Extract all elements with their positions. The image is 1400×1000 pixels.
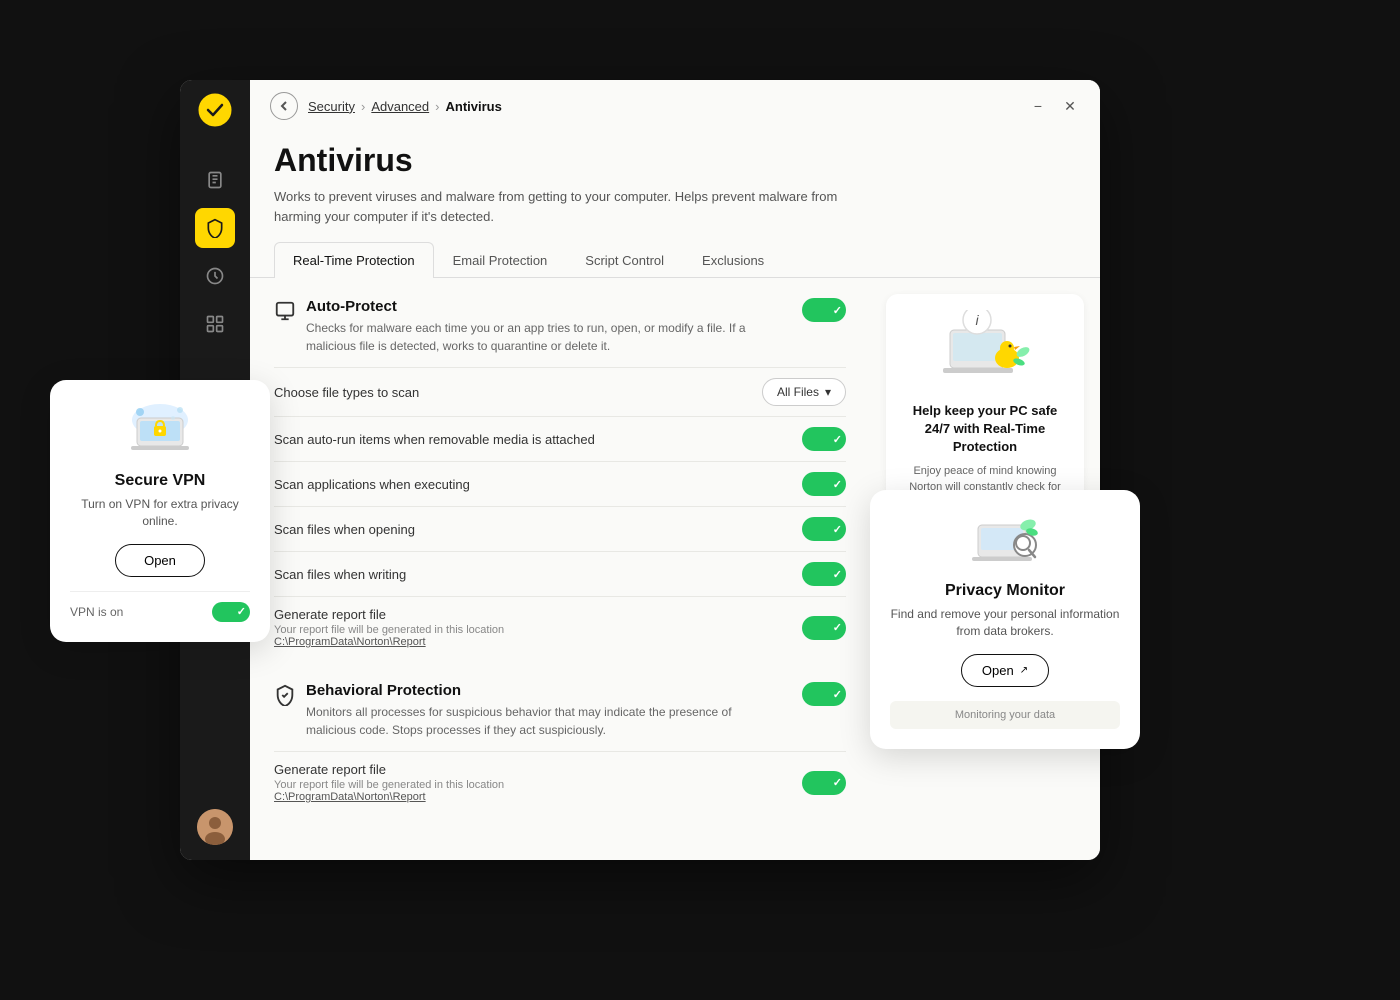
settings-panel: Auto-Protect Checks for malware each tim… (250, 278, 870, 860)
auto-protect-text: Auto-Protect Checks for malware each tim… (306, 298, 756, 355)
scan-opening-row: Scan files when opening (274, 506, 846, 551)
vpn-status-label: VPN is on (70, 605, 123, 619)
scan-writing-toggle[interactable] (802, 562, 846, 586)
behavioral-report-label: Generate report file (274, 762, 504, 777)
behavioral-report-sub: Your report file will be generated in th… (274, 779, 504, 791)
tab-script-control[interactable]: Script Control (566, 242, 683, 278)
file-types-label: Choose file types to scan (274, 385, 419, 400)
scan-apps-toggle[interactable] (802, 472, 846, 496)
scan-opening-toggle[interactable] (802, 517, 846, 541)
scan-autorun-row: Scan auto-run items when removable media… (274, 416, 846, 461)
minimize-button[interactable]: − (1028, 96, 1048, 116)
auto-protect-section: Auto-Protect Checks for malware each tim… (274, 298, 846, 658)
vpn-toggle[interactable] (212, 602, 250, 622)
auto-protect-header: Auto-Protect Checks for malware each tim… (274, 298, 846, 355)
privacy-description: Find and remove your personal informatio… (890, 606, 1120, 640)
scan-apps-row: Scan applications when executing (274, 461, 846, 506)
user-avatar[interactable] (197, 809, 233, 845)
privacy-status: Monitoring your data (890, 701, 1120, 729)
chevron-down-icon: ▾ (825, 385, 831, 399)
behavioral-toggle[interactable] (802, 682, 846, 706)
tabs-bar: Real-Time Protection Email Protection Sc… (250, 242, 1100, 278)
desktop: Security › Advanced › Antivirus − ✕ Anti… (0, 0, 1400, 1000)
breadcrumb-sep-1: › (361, 99, 365, 114)
vpn-title: Secure VPN (70, 472, 250, 490)
privacy-open-label: Open (982, 663, 1014, 678)
title-bar: Security › Advanced › Antivirus − ✕ (250, 80, 1100, 132)
breadcrumb: Security › Advanced › Antivirus (308, 99, 502, 114)
app-logo (195, 90, 235, 130)
breadcrumb-sep-2: › (435, 99, 439, 114)
report-path-link[interactable]: C:\ProgramData\Norton\Report (274, 636, 504, 648)
breadcrumb-current: Antivirus (445, 99, 501, 114)
auto-protect-desc: Checks for malware each time you or an a… (306, 319, 756, 355)
privacy-icon (970, 510, 1040, 570)
tab-email-protection[interactable]: Email Protection (434, 242, 567, 278)
behavioral-protection-section: Behavioral Protection Monitors all proce… (274, 682, 846, 813)
generate-report-sub: Your report file will be generated in th… (274, 624, 504, 636)
promo-illustration: i (935, 310, 1035, 390)
title-bar-left: Security › Advanced › Antivirus (270, 92, 502, 120)
title-bar-right: − ✕ (1028, 96, 1080, 116)
auto-protect-title: Auto-Protect (306, 298, 756, 315)
generate-report-toggle[interactable] (802, 616, 846, 640)
sidebar-item-performance[interactable] (195, 256, 235, 296)
avatar-image (197, 809, 233, 845)
back-button[interactable] (270, 92, 298, 120)
vpn-open-button[interactable]: Open (115, 544, 205, 577)
behavioral-desc: Monitors all processes for suspicious be… (306, 703, 756, 739)
generate-report-text: Generate report file Your report file wi… (274, 607, 504, 648)
promo-card-title: Help keep your PC safe 24/7 with Real-Ti… (902, 402, 1068, 457)
page-description: Works to prevent viruses and malware fro… (274, 187, 874, 226)
page-title: Antivirus (274, 142, 1076, 179)
external-link-icon: ↗ (1020, 665, 1028, 676)
sidebar-item-clipboard[interactable] (195, 160, 235, 200)
sidebar-item-apps[interactable] (195, 304, 235, 344)
behavioral-title: Behavioral Protection (306, 682, 756, 699)
scan-opening-label: Scan files when opening (274, 522, 415, 537)
auto-protect-icon (274, 300, 296, 328)
close-button[interactable]: ✕ (1060, 96, 1080, 116)
auto-protect-title-area: Auto-Protect Checks for malware each tim… (274, 298, 756, 355)
privacy-popup: Privacy Monitor Find and remove your per… (870, 490, 1140, 749)
behavioral-header: Behavioral Protection Monitors all proce… (274, 682, 846, 739)
vpn-status-row: VPN is on (70, 591, 250, 622)
file-types-value: All Files (777, 385, 819, 399)
privacy-title: Privacy Monitor (890, 582, 1120, 600)
file-types-row: Choose file types to scan All Files ▾ (274, 367, 846, 416)
behavioral-text: Behavioral Protection Monitors all proce… (306, 682, 756, 739)
behavioral-report-row: Generate report file Your report file wi… (274, 751, 846, 813)
generate-report-row: Generate report file Your report file wi… (274, 596, 846, 658)
scan-autorun-toggle[interactable] (802, 427, 846, 451)
auto-protect-toggle[interactable] (802, 298, 846, 322)
behavioral-icon (274, 684, 296, 712)
page-header: Antivirus Works to prevent viruses and m… (250, 132, 1100, 242)
generate-report-label: Generate report file (274, 607, 504, 622)
behavioral-report-toggle[interactable] (802, 771, 846, 795)
breadcrumb-advanced[interactable]: Advanced (371, 99, 429, 114)
breadcrumb-security[interactable]: Security (308, 99, 355, 114)
behavioral-title-area: Behavioral Protection Monitors all proce… (274, 682, 756, 739)
tab-exclusions[interactable]: Exclusions (683, 242, 783, 278)
file-types-dropdown[interactable]: All Files ▾ (762, 378, 846, 406)
sidebar-item-security[interactable] (195, 208, 235, 248)
scan-writing-row: Scan files when writing (274, 551, 846, 596)
tab-realtime-protection[interactable]: Real-Time Protection (274, 242, 434, 278)
behavioral-report-text: Generate report file Your report file wi… (274, 762, 504, 803)
scan-apps-label: Scan applications when executing (274, 477, 470, 492)
scan-writing-label: Scan files when writing (274, 567, 406, 582)
vpn-popup: Secure VPN Turn on VPN for extra privacy… (50, 380, 270, 642)
vpn-icon (125, 400, 195, 460)
behavioral-report-link[interactable]: C:\ProgramData\Norton\Report (274, 791, 504, 803)
vpn-description: Turn on VPN for extra privacy online. (70, 496, 250, 530)
scan-autorun-label: Scan auto-run items when removable media… (274, 432, 595, 447)
privacy-open-button[interactable]: Open ↗ (961, 654, 1049, 687)
